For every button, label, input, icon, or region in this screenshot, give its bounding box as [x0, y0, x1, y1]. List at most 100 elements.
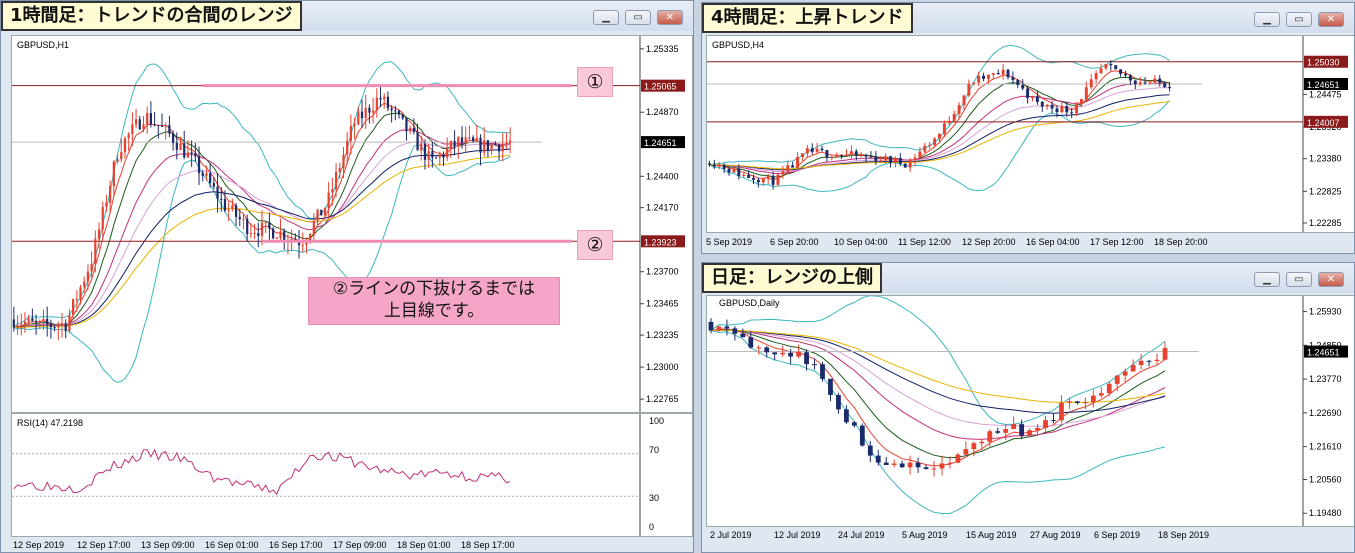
maximize-button[interactable]: ▭: [625, 10, 651, 25]
candle-body: [893, 158, 897, 163]
maximize-button[interactable]: ▭: [1286, 12, 1312, 27]
candle-body: [1067, 401, 1072, 403]
close-button[interactable]: ✕: [657, 10, 683, 25]
candle-body: [334, 172, 338, 190]
rsi-tick: 70: [649, 445, 659, 455]
daily-time-label: 18 Sep 2019: [1158, 530, 1209, 540]
candle-body: [740, 333, 746, 338]
daily-price-pane[interactable]: GBPUSD,Daily 1.25930 1.24850 1.23770 1.2269…: [706, 295, 1354, 527]
candle-body: [727, 168, 731, 173]
candle-body: [260, 222, 264, 237]
price-tick-label: 1.22825: [1309, 186, 1342, 196]
candle-body: [1060, 106, 1064, 113]
candle-body: [1043, 420, 1048, 428]
candle-body: [830, 157, 834, 159]
candle-body: [142, 124, 145, 130]
candle-body: [812, 364, 817, 366]
level-price-label: 1.23923: [644, 237, 677, 247]
candle-body: [179, 143, 182, 150]
candle-body: [509, 140, 512, 143]
candle-body: [431, 151, 434, 158]
candle-body: [131, 124, 134, 135]
candle-body: [434, 157, 438, 159]
candle-body: [72, 299, 75, 316]
h4-time-label: 16 Sep 04:00: [1026, 237, 1080, 247]
candle-body: [1153, 78, 1157, 83]
minimize-button[interactable]: ▁: [1254, 272, 1280, 287]
candle-body: [120, 152, 123, 160]
candle-body: [412, 127, 415, 132]
candle-body: [786, 165, 790, 172]
h1-time-label: 16 Sep 01:00: [205, 540, 259, 550]
candle-body: [1075, 104, 1079, 114]
price-tick-label: 1.25930: [1309, 307, 1342, 317]
candle-body: [46, 318, 49, 325]
minimize-button[interactable]: ▁: [1254, 12, 1280, 27]
candle-body: [323, 208, 327, 216]
candle-body: [223, 199, 227, 211]
candle-body: [409, 127, 412, 132]
candle-body: [123, 138, 127, 153]
candle-body: [164, 125, 167, 127]
close-button[interactable]: ✕: [1318, 12, 1344, 27]
candle-body: [1019, 424, 1025, 436]
candle-body: [764, 347, 770, 353]
candle-body: [899, 463, 905, 468]
candle-body: [971, 443, 977, 450]
candle-body: [364, 107, 367, 119]
candle-body: [383, 96, 386, 100]
candle-body: [1099, 68, 1103, 74]
candle-body: [34, 320, 38, 323]
candle-body: [1138, 82, 1142, 84]
candle-body: [800, 153, 804, 158]
candle-body: [375, 97, 378, 111]
candle-body: [991, 73, 995, 75]
candle-body: [957, 105, 961, 114]
price-tick-label: 1.23700: [646, 267, 679, 277]
price-tick-label: 1.22765: [646, 394, 679, 404]
candle-body: [962, 95, 966, 106]
candle-body: [327, 192, 330, 209]
candle-body: [186, 152, 190, 158]
h4-price-pane[interactable]: GBPUSD,H4 1.244751.239201.233801.228251.…: [706, 35, 1354, 233]
candle-body: [1143, 82, 1147, 84]
candle-body: [1051, 420, 1056, 422]
candle-body: [933, 138, 937, 145]
maximize-button[interactable]: ▭: [1286, 272, 1312, 287]
level-price-label: 1.24007: [1307, 118, 1340, 128]
candle-body: [918, 151, 922, 158]
candle-body: [446, 148, 449, 158]
candle-body: [309, 234, 312, 241]
candle-body: [995, 431, 1001, 433]
candle-body: [712, 164, 716, 167]
candle-body: [60, 322, 64, 326]
candle-body: [859, 155, 863, 157]
rsi-pane[interactable]: RSI(14) 47.2198 100 70 30 0: [11, 413, 693, 537]
candle-body: [756, 179, 760, 183]
candle-body: [835, 155, 839, 158]
rsi-tick: 100: [649, 416, 664, 426]
candle-body: [913, 157, 917, 160]
daily-symbol-label: GBPUSD,Daily: [719, 298, 780, 308]
candle-body: [844, 409, 849, 423]
candle-body: [20, 324, 23, 326]
candle-body: [312, 220, 315, 235]
candle-body: [879, 160, 883, 162]
h4-title: 4時間足：上昇トレンド: [702, 3, 913, 33]
candle-body: [1163, 82, 1167, 88]
h4-time-label: 17 Sep 12:00: [1090, 237, 1144, 247]
candle-body: [160, 125, 164, 127]
daily-chart-window: 日足：レンジの上側 ▁ ▭ ✕ GBPUSD,Daily 1.25930 1.24…: [701, 262, 1355, 553]
h4-time-label: 10 Sep 04:00: [834, 237, 888, 247]
candle-body: [1119, 69, 1123, 74]
candle-body: [242, 218, 245, 220]
candle-body: [53, 327, 56, 329]
close-button[interactable]: ✕: [1318, 272, 1344, 287]
minimize-button[interactable]: ▁: [593, 10, 619, 25]
candle-body: [190, 152, 193, 154]
candle-body: [449, 141, 452, 149]
candle-body: [903, 163, 907, 168]
candle-body: [505, 142, 508, 144]
candle-body: [146, 113, 149, 125]
moving-average-line: [710, 329, 1166, 427]
